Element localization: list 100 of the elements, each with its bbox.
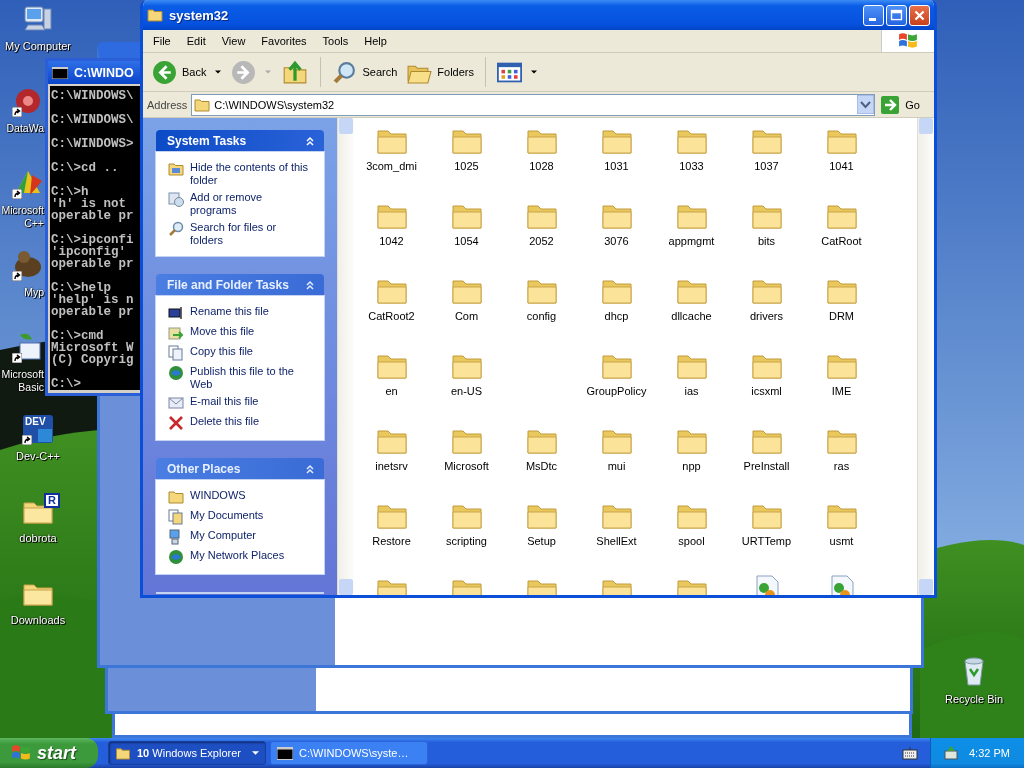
folder-name[interactable]: CatRoot2 <box>368 310 415 322</box>
folder-name[interactable]: npp <box>682 460 701 472</box>
caret-icon <box>531 70 537 74</box>
pane-header[interactable]: System Tasks <box>156 130 324 152</box>
menu-item[interactable]: Tools <box>314 35 357 47</box>
task-link[interactable]: Copy this file <box>190 345 308 358</box>
taskbar-button[interactable]: C:\WINDOWS\syste… <box>270 741 428 765</box>
folder-name[interactable]: 1028 <box>529 160 554 172</box>
menu-item[interactable]: View <box>213 35 254 47</box>
icon-text: DEV <box>25 417 46 427</box>
folder-name[interactable]: appmgmt <box>668 235 715 247</box>
task-link[interactable]: WINDOWS <box>190 489 308 502</box>
task-link[interactable]: Rename this file <box>190 305 308 318</box>
chevron-icon <box>304 279 316 291</box>
task-link[interactable]: My Documents <box>190 509 308 522</box>
close-button[interactable] <box>909 4 930 26</box>
folder-name[interactable]: 3com_dmi <box>366 160 417 172</box>
task-link[interactable]: Delete this file <box>190 415 308 428</box>
folder-name[interactable]: Microsoft <box>444 460 489 472</box>
folder-name[interactable]: ras <box>833 460 850 472</box>
folder-name[interactable]: scripting <box>446 535 487 547</box>
folder-name[interactable]: 3076 <box>604 235 629 247</box>
icon-label: Microsoft <box>1 368 44 381</box>
start-button[interactable]: start <box>0 738 98 768</box>
folder-name[interactable]: DRM <box>828 310 855 322</box>
folder-name[interactable]: drivers <box>750 310 783 322</box>
task-link[interactable]: Publish this file to the Web <box>190 365 308 391</box>
folder-name[interactable]: ShellExt <box>596 535 637 547</box>
folder-name[interactable]: 1037 <box>754 160 779 172</box>
back-button[interactable]: Back <box>149 57 225 87</box>
folder-name[interactable]: spool <box>678 535 705 547</box>
folder-name[interactable]: Setup <box>527 535 556 547</box>
tray-icon[interactable] <box>943 745 959 761</box>
minimize-button[interactable] <box>863 4 884 26</box>
address-field[interactable]: C:\WINDOWS\system32 <box>191 93 876 116</box>
icon-label: Basic <box>18 381 44 394</box>
keyboard-icon[interactable] <box>902 746 918 760</box>
folder-icon <box>147 8 163 22</box>
folder-name[interactable]: 1041 <box>829 160 854 172</box>
folder-name[interactable]: Com <box>454 310 479 322</box>
task-link[interactable]: My Network Places <box>190 549 308 562</box>
task-link[interactable]: My Computer <box>190 529 308 542</box>
search-button[interactable]: Search <box>329 57 401 87</box>
menu-item[interactable]: Help <box>356 35 395 47</box>
task-link[interactable]: E-mail this file <box>190 395 308 408</box>
app-icon[interactable] <box>22 413 54 445</box>
taskbar-button[interactable]: 10 Windows Explorer <box>108 741 266 765</box>
console-line: Microsoft W <box>51 342 135 354</box>
menu-item[interactable]: Edit <box>178 35 214 47</box>
task-link[interactable]: Hide the contents of this folder <box>190 161 308 187</box>
console-line: C:\> <box>51 378 82 390</box>
folders-button[interactable]: Folders <box>404 57 477 87</box>
dropdown-button[interactable] <box>857 95 875 114</box>
task-link[interactable]: Search for files or folders <box>190 221 308 247</box>
folder-name[interactable]: 1042 <box>379 235 404 247</box>
go-arrow-icon <box>881 95 900 114</box>
scrollbar[interactable] <box>917 118 934 595</box>
folder-name[interactable]: Restore <box>372 535 411 547</box>
folder-name[interactable]: mui <box>607 460 626 472</box>
folder-name[interactable]: 1033 <box>679 160 704 172</box>
cross-icon <box>168 415 184 431</box>
folder-name[interactable]: usmt <box>829 535 854 547</box>
scrollbar[interactable] <box>337 118 354 595</box>
minimize-icon <box>869 17 876 21</box>
monitor-icon <box>168 305 184 321</box>
up-folder-icon[interactable] <box>282 59 309 85</box>
folder-name[interactable]: URTTemp <box>741 535 792 547</box>
folder-name[interactable]: MsDtc <box>525 460 558 472</box>
folder-name[interactable]: PreInstall <box>743 460 790 472</box>
folder-name[interactable]: inetsrv <box>375 460 408 472</box>
folder-name[interactable]: CatRoot <box>821 235 862 247</box>
folder-name[interactable]: 1054 <box>454 235 479 247</box>
icon-label: DataWa <box>6 122 44 135</box>
folder-name[interactable]: IME <box>831 385 852 397</box>
folder-name[interactable]: config <box>526 310 557 322</box>
folder-name[interactable]: ias <box>684 385 699 397</box>
console-line: operable pr <box>51 210 135 222</box>
folder-name[interactable]: bits <box>757 235 776 247</box>
folder-name[interactable]: en-US <box>450 385 483 397</box>
icon-label: C++ <box>24 217 44 230</box>
pane-header[interactable]: File and Folder Tasks <box>156 274 324 296</box>
folder-name[interactable]: icsxml <box>751 385 782 397</box>
menu-item[interactable]: Favorites <box>253 35 315 47</box>
folder-name[interactable]: dllcache <box>671 310 712 322</box>
folder-name[interactable]: 2052 <box>529 235 554 247</box>
console-line: C:\>ipconfi <box>51 234 135 246</box>
folder-name[interactable]: en <box>385 385 398 397</box>
folder-name[interactable]: 1025 <box>454 160 479 172</box>
pane-header[interactable]: Other Places <box>156 458 324 480</box>
console-line: C:\WINDOWS\ <box>51 114 135 126</box>
folder-name[interactable]: 1031 <box>604 160 629 172</box>
folder-name[interactable]: GroupPolicy <box>586 385 647 397</box>
address-label: Address <box>147 98 188 111</box>
task-link[interactable]: Move this file <box>190 325 308 338</box>
go-button[interactable]: Go <box>879 95 930 114</box>
folder-name[interactable]: dhcp <box>604 310 629 322</box>
console-line: 'help' is n <box>51 294 135 306</box>
task-link[interactable]: Add or remove programs <box>190 191 308 217</box>
maximize-button[interactable] <box>886 4 907 26</box>
menu-item[interactable]: File <box>145 35 179 47</box>
